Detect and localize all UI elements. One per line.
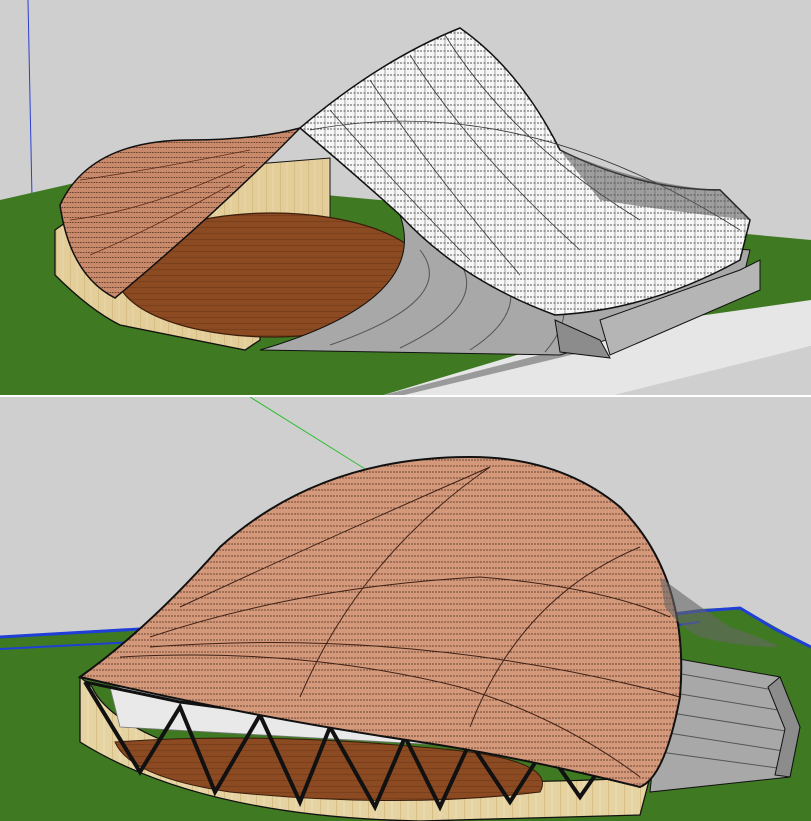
top-perspective-view[interactable] [0,0,811,396]
sketchup-model-views [0,0,811,821]
bottom-view-canvas [0,397,811,821]
bottom-perspective-view[interactable] [0,397,811,821]
top-view-canvas [0,0,811,396]
